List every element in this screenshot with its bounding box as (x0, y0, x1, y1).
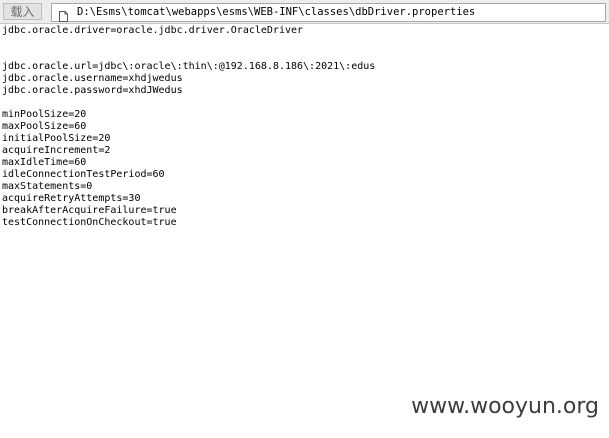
file-line: maxIdleTime=60 (2, 157, 87, 168)
file-line (2, 97, 602, 109)
load-button[interactable]: 载入 (3, 3, 42, 20)
file-line: maxStatements=0 (2, 181, 93, 192)
file-line: acquireIncrement=2 (2, 145, 111, 156)
watermark: www.wooyun.org (411, 394, 599, 419)
file-content: jdbc.oracle.driver=oracle.jdbc.driver.Or… (2, 25, 602, 229)
file-line: minPoolSize=20 (2, 109, 87, 120)
page-icon (59, 7, 68, 22)
address-bar[interactable]: D:\Esms\tomcat\webapps\esms\WEB-INF\clas… (51, 3, 606, 22)
file-line: initialPoolSize=20 (2, 133, 111, 144)
file-line: acquireRetryAttempts=30 (2, 193, 141, 204)
file-line: testConnectionOnCheckout=true (2, 217, 177, 228)
file-line: idleConnectionTestPeriod=60 (2, 169, 165, 180)
file-line (2, 49, 602, 61)
address-text: D:\Esms\tomcat\webapps\esms\WEB-INF\clas… (77, 6, 476, 18)
browser-toolbar: 载入 D:\Esms\tomcat\webapps\esms\WEB-INF\c… (0, 0, 609, 24)
file-line: jdbc.oracle.username=xhdjwedus (2, 73, 183, 84)
file-line: maxPoolSize=60 (2, 121, 87, 132)
file-line: jdbc.oracle.driver=oracle.jdbc.driver.Or… (2, 25, 304, 36)
file-line: jdbc.oracle.password=xhdJWedus (2, 85, 183, 96)
file-line: jdbc.oracle.url=jdbc\:oracle\:thin\:@192… (2, 61, 376, 72)
file-line: breakAfterAcquireFailure=true (2, 205, 177, 216)
file-line (2, 37, 602, 49)
